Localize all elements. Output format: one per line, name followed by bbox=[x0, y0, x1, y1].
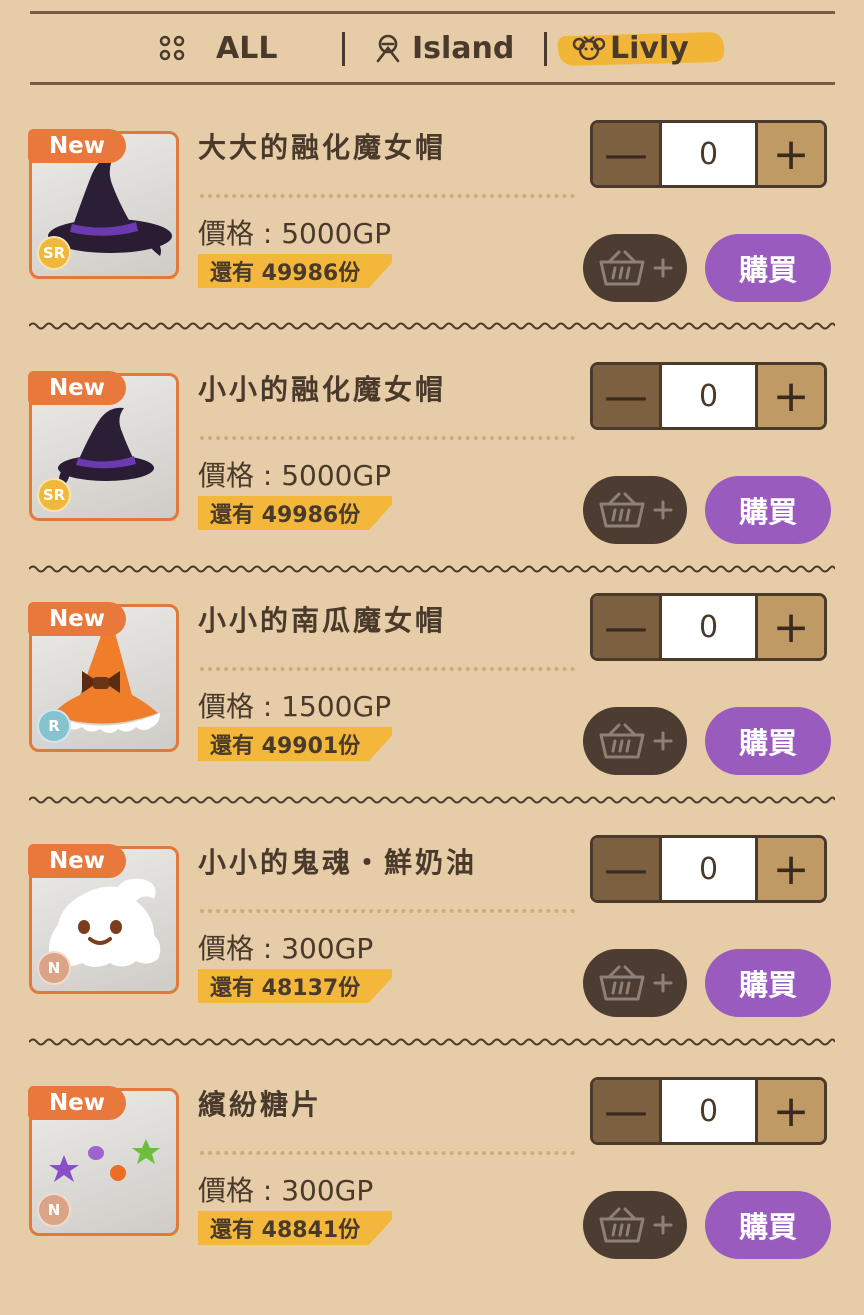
quantity-value[interactable]: 0 bbox=[662, 123, 755, 185]
basket-plus-icon bbox=[599, 965, 673, 1001]
tab-island-label: Island bbox=[412, 30, 515, 66]
quantity-stepper: — 0 + bbox=[590, 593, 827, 661]
decrease-button[interactable]: — bbox=[593, 365, 662, 427]
quantity-value[interactable]: 0 bbox=[662, 596, 755, 658]
item-price: 價格 : 5000GP bbox=[198, 217, 392, 250]
new-badge: New bbox=[28, 1086, 126, 1120]
quantity-value[interactable]: 0 bbox=[662, 838, 755, 900]
buy-button[interactable]: 購買 bbox=[705, 1191, 831, 1259]
decrease-button[interactable]: — bbox=[593, 838, 662, 900]
item-name: 小小的鬼魂・鮮奶油 bbox=[198, 846, 478, 879]
decrease-button[interactable]: — bbox=[593, 1080, 662, 1142]
wave-divider bbox=[29, 565, 835, 573]
add-to-cart-button[interactable] bbox=[583, 234, 687, 302]
stock-label: 還有 49901份 bbox=[198, 727, 392, 761]
increase-button[interactable]: + bbox=[755, 365, 824, 427]
add-to-cart-button[interactable] bbox=[583, 1191, 687, 1259]
increase-button[interactable]: + bbox=[755, 596, 824, 658]
basket-plus-icon bbox=[599, 1207, 673, 1243]
new-badge: New bbox=[28, 129, 126, 163]
dotted-divider bbox=[200, 909, 575, 913]
shop-item: New N 繽紛糖片 價格 : 300GP 還有 48841份 — 0 + 購買 bbox=[0, 1073, 864, 1315]
increase-button[interactable]: + bbox=[755, 838, 824, 900]
basket-plus-icon bbox=[599, 250, 673, 286]
new-badge: New bbox=[28, 371, 126, 405]
item-name: 大大的融化魔女帽 bbox=[198, 131, 447, 164]
buy-button[interactable]: 購買 bbox=[705, 707, 831, 775]
quantity-stepper: — 0 + bbox=[590, 1077, 827, 1145]
dotted-divider bbox=[200, 194, 575, 198]
stock-label: 還有 49986份 bbox=[198, 496, 392, 530]
item-price: 價格 : 1500GP bbox=[198, 690, 392, 723]
grid-dots-icon bbox=[158, 34, 186, 62]
rarity-badge: N bbox=[37, 1193, 71, 1227]
item-price: 價格 : 5000GP bbox=[198, 459, 392, 492]
wave-divider bbox=[29, 1038, 835, 1046]
quantity-value[interactable]: 0 bbox=[662, 365, 755, 427]
new-badge: New bbox=[28, 602, 126, 636]
tab-island[interactable]: Island bbox=[372, 14, 514, 82]
item-price: 價格 : 300GP bbox=[198, 932, 374, 965]
increase-button[interactable]: + bbox=[755, 1080, 824, 1142]
rarity-badge: SR bbox=[37, 478, 71, 512]
add-to-cart-button[interactable] bbox=[583, 949, 687, 1017]
quantity-value[interactable]: 0 bbox=[662, 1080, 755, 1142]
item-name: 小小的南瓜魔女帽 bbox=[198, 604, 447, 637]
stock-label: 還有 49986份 bbox=[198, 254, 392, 288]
stock-label: 還有 48137份 bbox=[198, 969, 392, 1003]
add-to-cart-button[interactable] bbox=[583, 707, 687, 775]
tab-divider bbox=[544, 32, 547, 66]
tab-divider bbox=[342, 32, 345, 66]
buy-button[interactable]: 購買 bbox=[705, 949, 831, 1017]
decrease-button[interactable]: — bbox=[593, 123, 662, 185]
basket-plus-icon bbox=[599, 492, 673, 528]
tab-livly-label: Livly bbox=[610, 30, 689, 66]
basket-plus-icon bbox=[599, 723, 673, 759]
rarity-badge: R bbox=[37, 709, 71, 743]
buy-button[interactable]: 購買 bbox=[705, 234, 831, 302]
dotted-divider bbox=[200, 1151, 575, 1155]
rarity-badge: SR bbox=[37, 236, 71, 270]
island-icon bbox=[372, 32, 404, 64]
quantity-stepper: — 0 + bbox=[590, 835, 827, 903]
item-name: 小小的融化魔女帽 bbox=[198, 373, 447, 406]
item-name: 繽紛糖片 bbox=[198, 1088, 323, 1121]
wave-divider bbox=[29, 796, 835, 804]
quantity-stepper: — 0 + bbox=[590, 120, 827, 188]
item-price: 價格 : 300GP bbox=[198, 1174, 374, 1207]
dotted-divider bbox=[200, 667, 575, 671]
stock-label: 還有 48841份 bbox=[198, 1211, 392, 1245]
new-badge: New bbox=[28, 844, 126, 878]
category-tabs: ALL Island Livly bbox=[30, 11, 835, 85]
rarity-badge: N bbox=[37, 951, 71, 985]
livly-face-icon bbox=[572, 33, 606, 63]
tab-all[interactable]: ALL bbox=[158, 14, 277, 82]
increase-button[interactable]: + bbox=[755, 123, 824, 185]
wave-divider bbox=[29, 322, 835, 330]
decrease-button[interactable]: — bbox=[593, 596, 662, 658]
tab-all-label: ALL bbox=[216, 30, 278, 66]
tab-livly[interactable]: Livly bbox=[557, 14, 725, 82]
buy-button[interactable]: 購買 bbox=[705, 476, 831, 544]
add-to-cart-button[interactable] bbox=[583, 476, 687, 544]
dotted-divider bbox=[200, 436, 575, 440]
quantity-stepper: — 0 + bbox=[590, 362, 827, 430]
